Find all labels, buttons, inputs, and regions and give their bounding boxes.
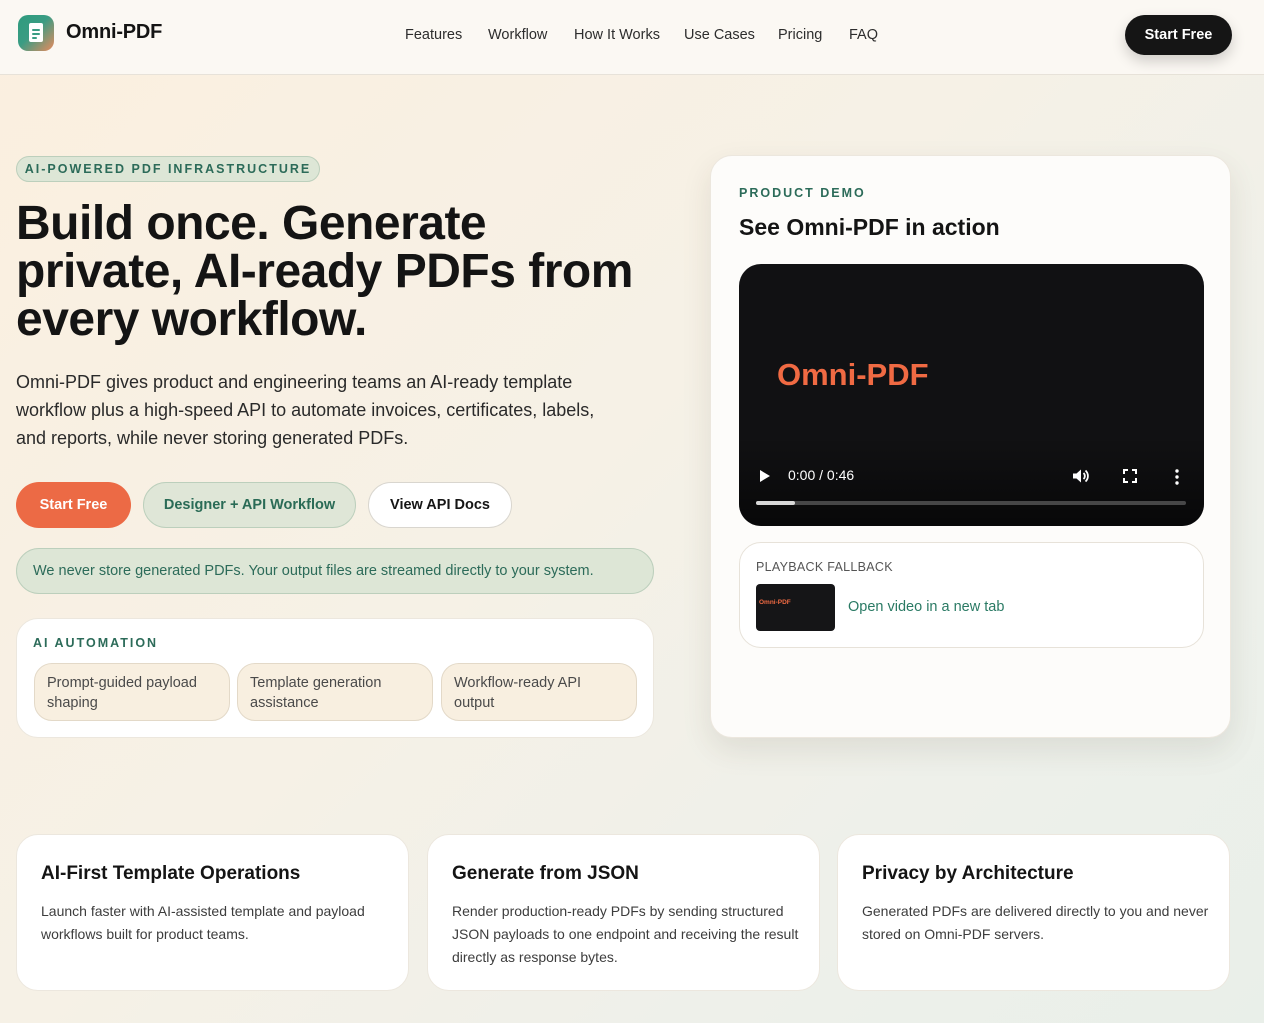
start-free-button[interactable]: Start Free — [16, 482, 131, 528]
nav-use-cases[interactable]: Use Cases — [684, 27, 755, 43]
nav-workflow[interactable]: Workflow — [488, 27, 547, 43]
nav-faq[interactable]: FAQ — [849, 27, 878, 43]
thumbnail-text: Omni-PDF — [759, 599, 791, 606]
play-icon[interactable] — [760, 470, 770, 482]
ai-chip: Template generation assistance — [237, 663, 433, 721]
nav-pricing[interactable]: Pricing — [778, 27, 822, 43]
logo-icon[interactable] — [18, 15, 54, 51]
demo-title: See Omni-PDF in action — [739, 214, 1000, 240]
hero-title: Build once. Generate private, AI-ready P… — [16, 197, 633, 346]
more-options-icon[interactable] — [1175, 469, 1179, 485]
video-thumbnail[interactable]: Omni-PDF — [756, 584, 835, 631]
feature-title: Generate from JSON — [452, 863, 639, 884]
ai-chip: Prompt-guided payload shaping — [34, 663, 230, 721]
video-time: 0:00 / 0:46 — [788, 467, 855, 483]
video-progress-fill — [756, 501, 795, 505]
volume-icon[interactable] — [1072, 468, 1090, 484]
feature-text: Render production-ready PDFs by sending … — [452, 903, 799, 965]
fallback-label: PLAYBACK FALLBACK — [756, 560, 893, 574]
feature-title: Privacy by Architecture — [862, 863, 1074, 884]
ai-automation-card: AI AUTOMATION Prompt-guided payload shap… — [16, 618, 654, 738]
fullscreen-icon[interactable] — [1123, 469, 1137, 483]
feature-text: Generated PDFs are delivered directly to… — [862, 903, 1209, 942]
open-video-link[interactable]: Open video in a new tab — [848, 599, 1004, 615]
ai-automation-label: AI AUTOMATION — [33, 636, 159, 650]
video-overlay-text: Omni-PDF — [777, 357, 929, 392]
feature-title: AI-First Template Operations — [41, 863, 301, 884]
video-progress-bar[interactable] — [756, 501, 1186, 505]
feature-text: Launch faster with AI-assisted template … — [41, 903, 365, 942]
privacy-notice: We never store generated PDFs. Your outp… — [16, 548, 654, 594]
site-header: Omni-PDF Features Workflow How It Works … — [0, 0, 1264, 75]
feature-card: AI-First Template Operations Launch fast… — [16, 834, 409, 991]
nav-features[interactable]: Features — [405, 27, 462, 43]
playback-fallback: PLAYBACK FALLBACK Omni-PDF Open video in… — [739, 542, 1204, 648]
designer-api-workflow-button[interactable]: Designer + API Workflow — [143, 482, 356, 528]
brand-name[interactable]: Omni-PDF — [66, 21, 162, 44]
hero-tag: AI-POWERED PDF INFRASTRUCTURE — [16, 156, 320, 182]
demo-label: PRODUCT DEMO — [739, 186, 866, 200]
hero-subtitle: Omni-PDF gives product and engineering t… — [16, 372, 595, 448]
product-demo-card: PRODUCT DEMO See Omni-PDF in action Omni… — [710, 155, 1231, 738]
nav-how-it-works[interactable]: How It Works — [574, 27, 660, 43]
feature-card: Generate from JSON Render production-rea… — [427, 834, 820, 991]
feature-card: Privacy by Architecture Generated PDFs a… — [837, 834, 1230, 991]
view-api-docs-button[interactable]: View API Docs — [368, 482, 512, 528]
header-start-free-button[interactable]: Start Free — [1125, 15, 1232, 55]
ai-chip: Workflow-ready API output — [441, 663, 637, 721]
demo-video-player[interactable]: Omni-PDF 0:00 / 0:46 — [739, 264, 1204, 526]
